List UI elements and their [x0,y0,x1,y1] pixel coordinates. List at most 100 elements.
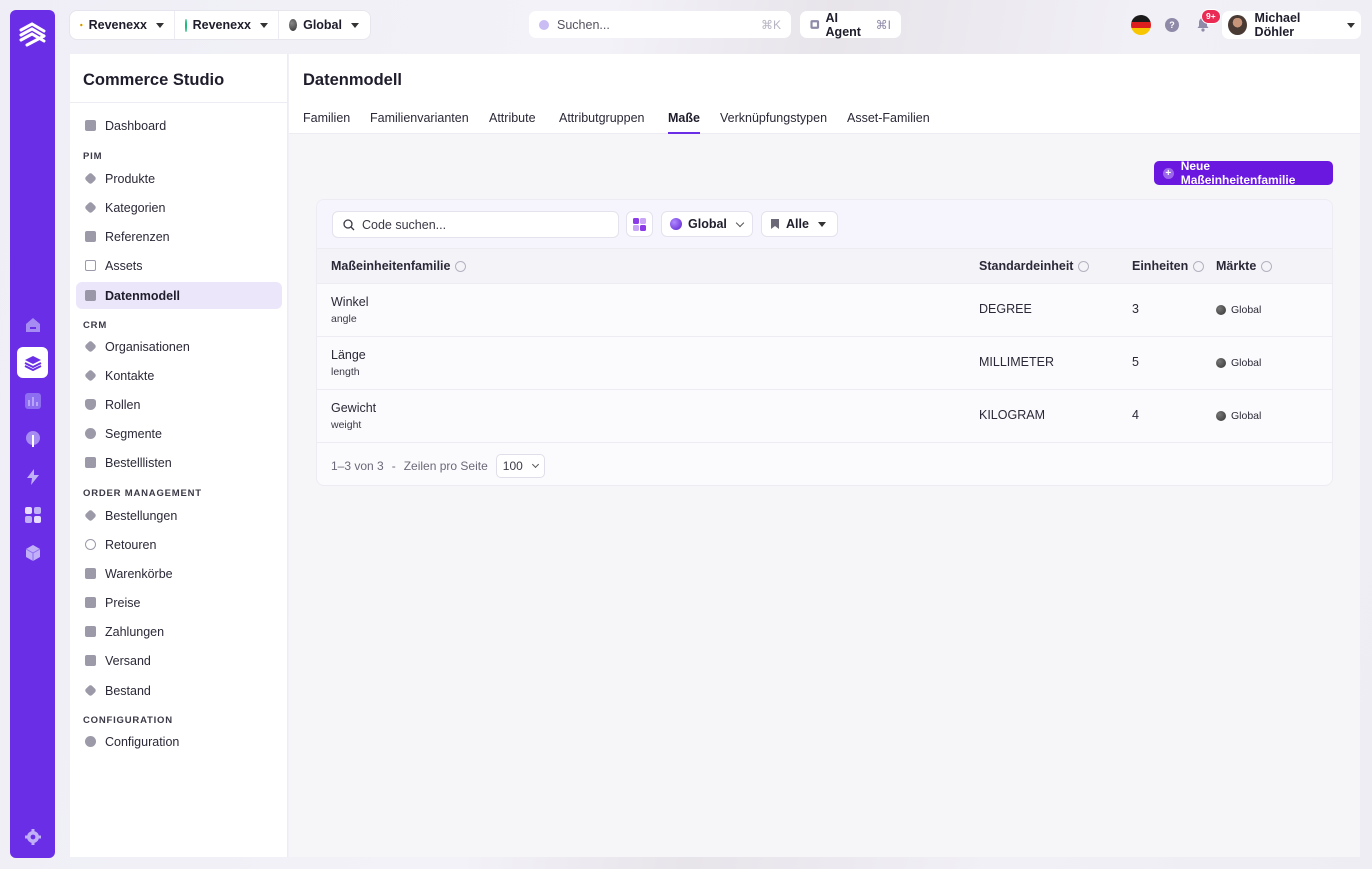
tab-familien[interactable]: Familien [303,111,350,125]
family-name: Winkel [331,295,369,309]
sidebar-item-label: Warenkörbe [105,566,173,581]
sidebar-item-label: Configuration [105,734,180,749]
market-label: Global [1231,410,1262,422]
sidebar-item-label: Versand [105,653,151,668]
lightning-icon[interactable] [17,461,48,492]
sidebar-item-dashboard[interactable]: Dashboard [76,112,282,139]
market-filter-dropdown[interactable]: Global [661,211,753,237]
sidebar-item-produkte[interactable]: Produkte [76,165,282,192]
column-header-markets[interactable]: Märkte [1216,259,1273,273]
family-cell: Länge length [331,348,366,378]
tab-attribute[interactable]: Attribute [489,111,536,125]
chevron-down-icon [817,221,826,227]
chevron-down-icon [531,460,539,469]
tab-familienvarianten[interactable]: Familienvarianten [370,111,469,125]
new-measurement-family-button[interactable]: + Neue Maßeinheitenfamilie [1154,159,1333,187]
sidebar-item-versand[interactable]: Versand [76,647,282,674]
info-icon [1193,260,1205,272]
workspace-selector[interactable]: Revenexx [175,11,279,39]
column-label: Standardeinheit [979,259,1074,273]
sidebar-item-bestand[interactable]: Bestand [76,677,282,704]
chevron-down-icon [260,22,268,28]
tab-asset-familien[interactable]: Asset-Familien [847,111,930,125]
column-header-units[interactable]: Einheiten [1132,259,1205,273]
sidebar-item-rollen[interactable]: Rollen [76,391,282,418]
view-toggle-button[interactable] [626,211,653,237]
new-button-label: Neue Maßeinheitenfamilie [1180,159,1296,187]
code-search-placeholder: Code suchen... [362,217,447,232]
info-icon [1261,260,1273,272]
status-filter-dropdown[interactable]: Alle [761,211,838,237]
settings-gear-icon[interactable] [17,821,48,852]
apps-grid-icon[interactable] [17,499,48,530]
avatar [1228,15,1247,35]
column-header-standard-unit[interactable]: Standardeinheit [979,259,1090,273]
home-icon[interactable] [17,309,48,340]
sidebar-item-organisationen[interactable]: Organisationen [76,333,282,360]
sidebar-item-label: Assets [105,258,143,273]
market-selector[interactable]: Global [279,11,369,39]
layers-icon[interactable] [17,347,48,378]
column-header-family[interactable]: Maßeinheitenfamilie [331,259,467,273]
sidebar-item-zahlungen[interactable]: Zahlungen [76,618,282,645]
tab-verknuepfungstypen[interactable]: Verknüpfungstypen [720,111,827,125]
cube-icon[interactable] [17,537,48,568]
shipping-icon [85,655,96,666]
ai-agent-shortcut: ⌘I [875,17,891,32]
user-menu[interactable]: Michael Döhler [1222,11,1361,39]
gear-icon [85,736,96,747]
tab-masse[interactable]: Maße [668,111,700,134]
sidebar-item-warenkoerbe[interactable]: Warenkörbe [76,560,282,587]
units-count-cell: 4 [1132,408,1139,422]
bookmark-icon [85,457,96,468]
market-cell: Global [1216,304,1261,316]
sidebar-item-bestelllisten[interactable]: Bestelllisten [76,449,282,476]
globe-icon [1216,305,1226,315]
organization-icon [84,340,97,353]
sidebar-item-assets[interactable]: Assets [76,252,282,279]
sidebar-item-configuration[interactable]: Configuration [76,728,282,755]
sidebar-item-referenzen[interactable]: Referenzen [76,223,282,250]
globe-icon [1216,411,1226,421]
help-label: ? [1169,20,1175,30]
sidebar-item-kontakte[interactable]: Kontakte [76,362,282,389]
ai-agent-button[interactable]: AI Agent ⌘I [800,11,901,39]
global-search-input[interactable]: Suchen... ⌘K [529,11,791,38]
notification-badge: 9+ [1201,9,1221,24]
units-count-cell: 3 [1132,302,1139,316]
tenant-selector[interactable]: Revenexx [70,11,175,39]
sidebar-item-bestellungen[interactable]: Bestellungen [76,502,282,529]
app-logo-icon[interactable] [18,20,47,49]
sidebar-item-label: Referenzen [105,229,170,244]
table-row[interactable]: Winkel angle DEGREE 3 Global [317,284,1332,337]
info-icon [1078,260,1090,272]
sidebar-item-kategorien[interactable]: Kategorien [76,194,282,221]
table-row[interactable]: Länge length MILLIMETER 5 Global [317,337,1332,390]
sidebar-item-label: Retouren [105,537,157,552]
analytics-icon[interactable] [17,385,48,416]
sidebar-item-segmente[interactable]: Segmente [76,420,282,447]
family-code: length [331,366,360,378]
contacts-icon [84,369,97,382]
page-title: Datenmodell [289,54,1360,103]
rows-per-page-select[interactable]: 100 [495,454,545,478]
box-icon [84,509,97,522]
search-icon [539,19,549,30]
tab-attributgruppen[interactable]: Attributgruppen [559,111,644,125]
sidebar-item-label: Dashboard [105,118,167,133]
pagination-range: 1–3 von 3 [331,459,384,473]
sidebar: Commerce Studio Dashboard PIM Produkte K… [70,54,288,857]
help-icon[interactable]: ? [1165,18,1179,32]
language-flag-icon[interactable] [1131,15,1151,35]
sidebar-item-label: Rollen [105,397,141,412]
pin-icon[interactable] [17,423,48,454]
sidebar-item-datenmodell[interactable]: Datenmodell [76,282,282,309]
family-cell: Gewicht weight [331,401,376,431]
tab-bar: Familien Familienvarianten Attribute Att… [289,103,1360,134]
cart-icon [85,568,96,579]
global-search-placeholder: Suchen... [557,17,610,32]
code-search-input[interactable]: Code suchen... [332,211,619,238]
sidebar-item-retouren[interactable]: Retouren [76,531,282,558]
table-row[interactable]: Gewicht weight KILOGRAM 4 Global [317,390,1332,443]
sidebar-item-preise[interactable]: Preise [76,589,282,616]
